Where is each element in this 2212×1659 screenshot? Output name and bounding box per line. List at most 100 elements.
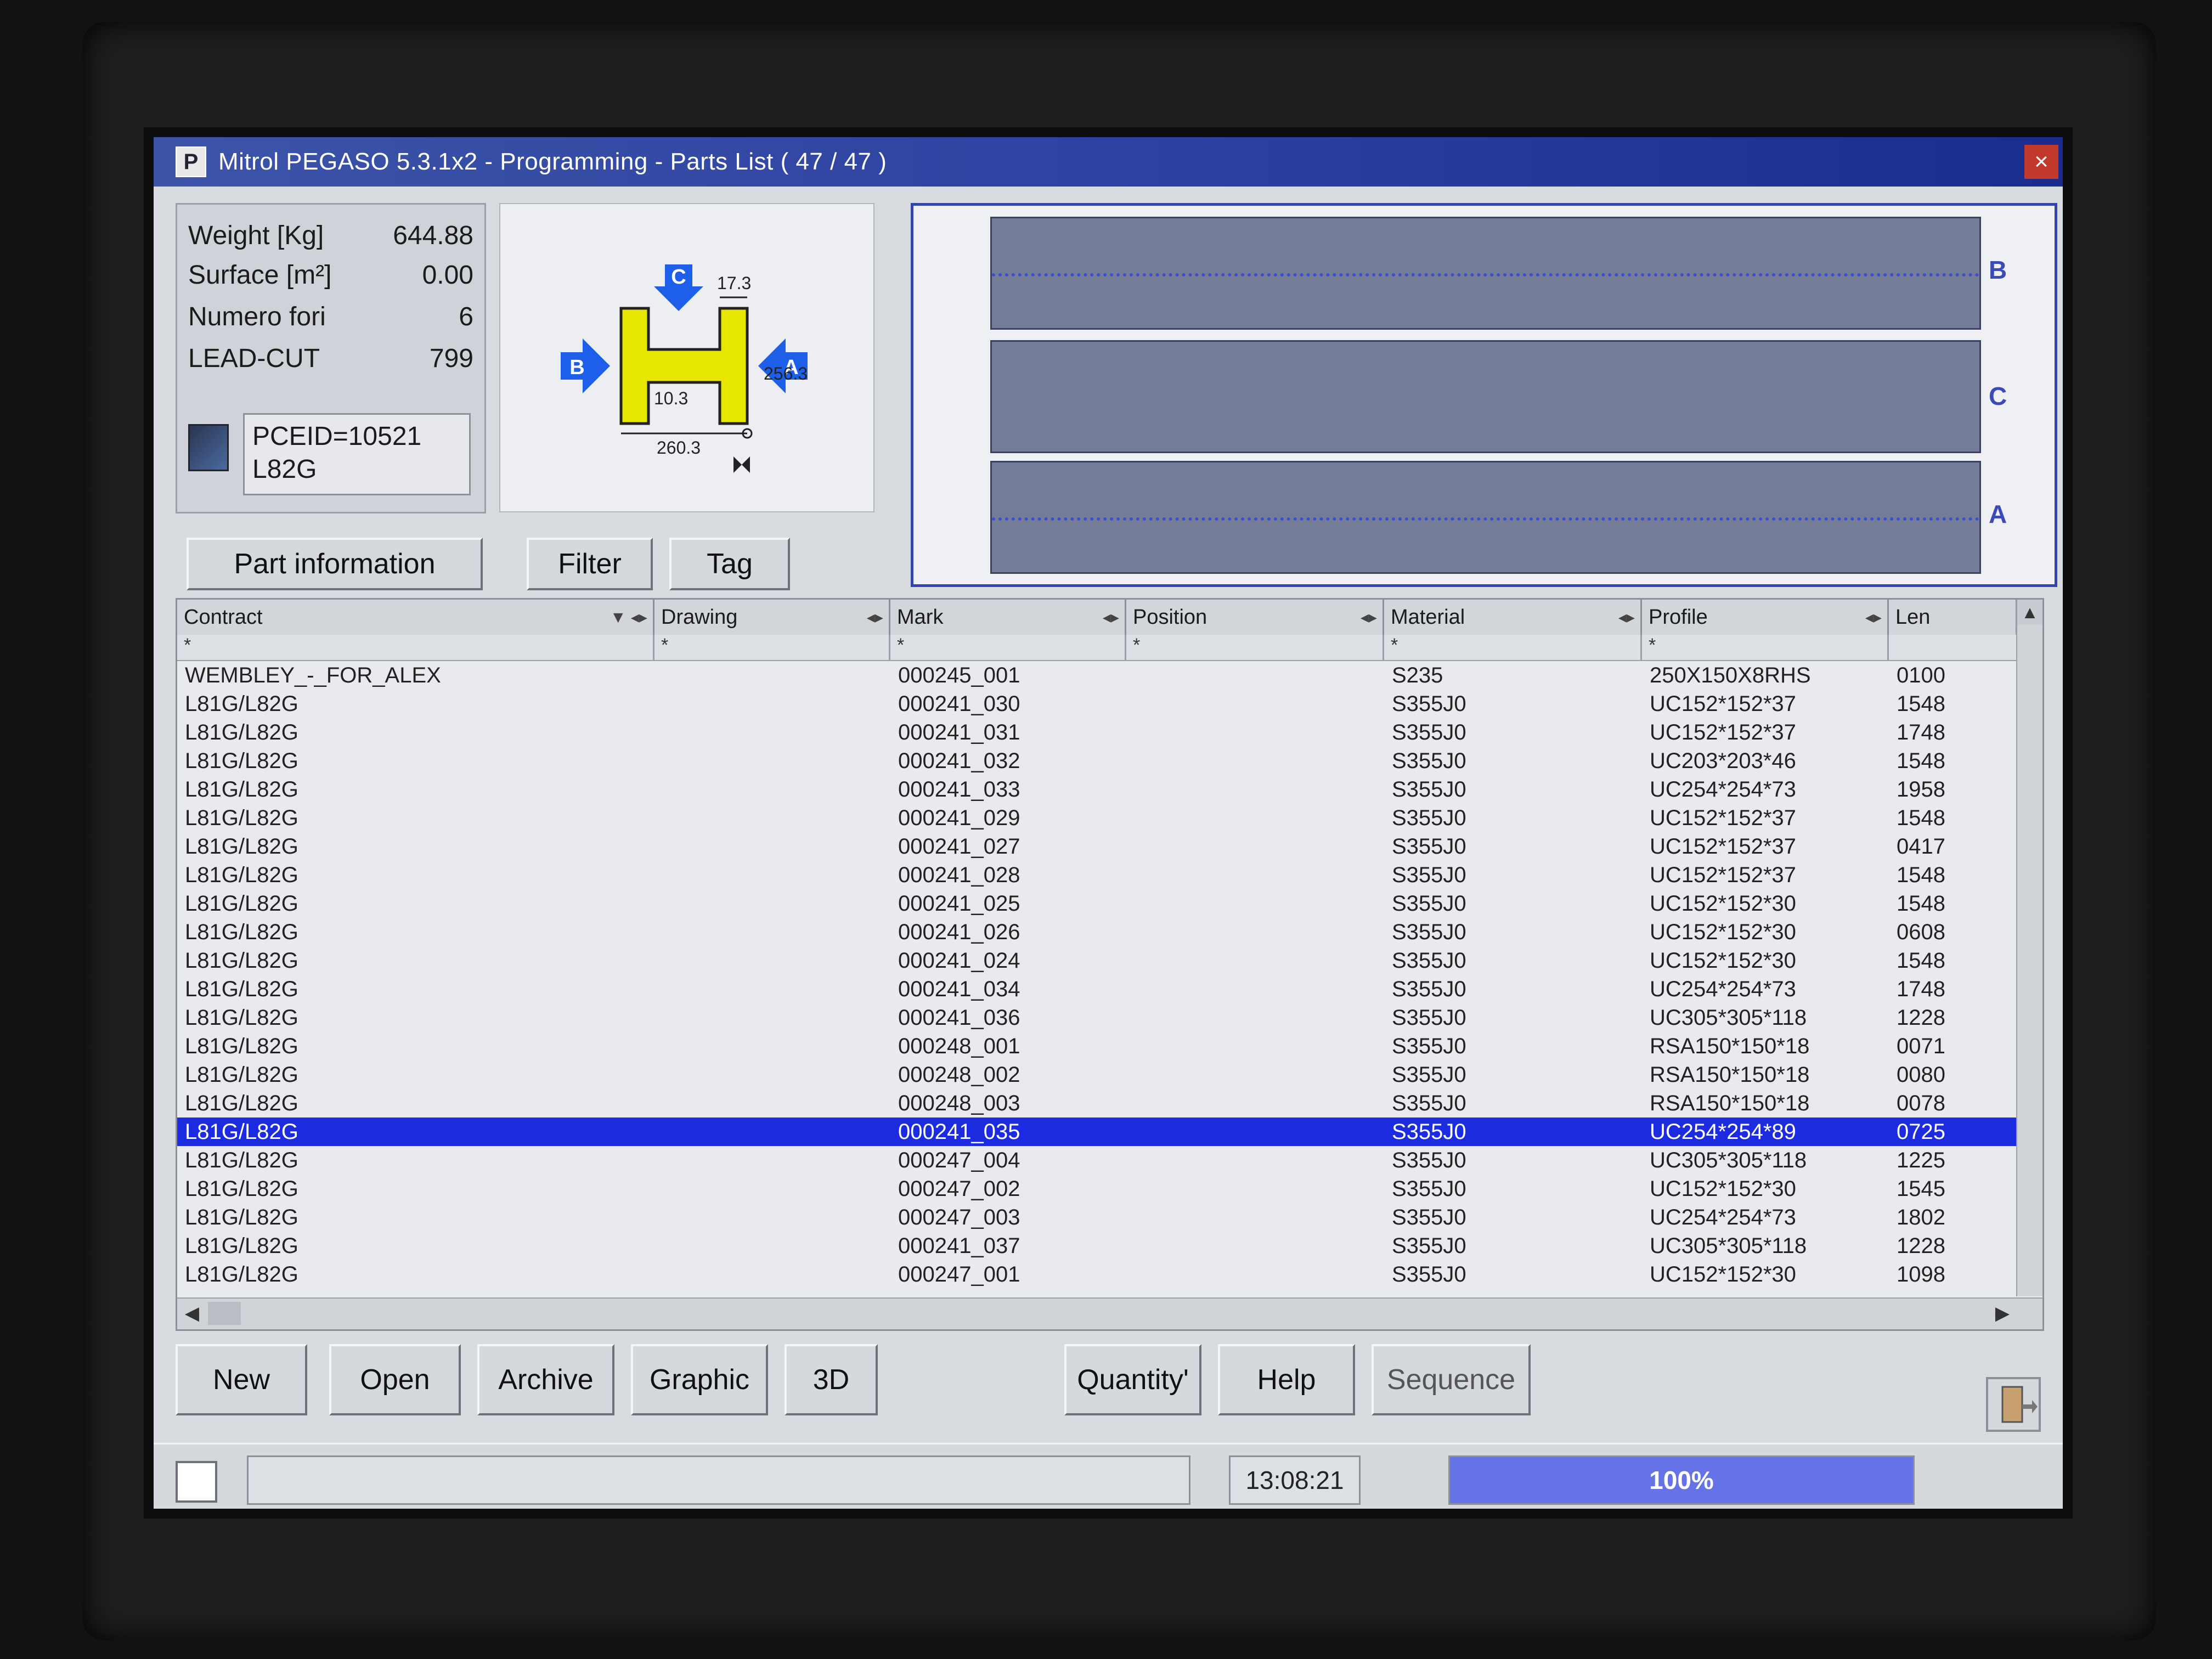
help-button[interactable]: Help xyxy=(1218,1344,1355,1415)
filter-button[interactable]: Filter xyxy=(527,538,653,590)
table-row[interactable]: L81G/L82G 000241_024 S355J0 UC152*152*30 154… xyxy=(177,946,2042,975)
filter-material[interactable]: * xyxy=(1384,635,1642,660)
cell-material: S355J0 xyxy=(1392,1148,1466,1172)
filter-contract[interactable]: * xyxy=(177,635,654,660)
scroll-left-icon[interactable]: ◀ xyxy=(179,1301,205,1326)
cell-material: S355J0 xyxy=(1392,977,1466,1001)
column-header-material[interactable]: Material ◂▸ xyxy=(1384,600,1642,635)
window-title: Mitrol PEGASO 5.3.1x2 - Programming - Pa… xyxy=(218,148,887,175)
open-button[interactable]: Open xyxy=(329,1344,461,1415)
table-row[interactable]: L81G/L82G 000241_025 S355J0 UC152*152*30 154… xyxy=(177,889,2042,918)
cell-contract: L81G/L82G xyxy=(185,1262,298,1286)
table-row[interactable]: L81G/L82G 000241_034 S355J0 UC254*254*73 174… xyxy=(177,975,2042,1003)
cell-profile: UC152*152*30 xyxy=(1650,949,1796,973)
cell-position xyxy=(1134,975,1375,1003)
new-button[interactable]: New xyxy=(176,1344,307,1415)
scroll-right-icon[interactable]: ▶ xyxy=(1990,1301,2015,1326)
svg-text:C: C xyxy=(671,266,686,289)
archive-button[interactable]: Archive xyxy=(477,1344,614,1415)
cell-material: S355J0 xyxy=(1392,834,1466,859)
exit-door-icon[interactable] xyxy=(1986,1377,2041,1432)
cell-contract: L81G/L82G xyxy=(185,1034,298,1058)
cell-contract: L81G/L82G xyxy=(185,977,298,1001)
tag-button[interactable]: Tag xyxy=(669,538,790,590)
beam-face-c xyxy=(990,340,1981,453)
filter-profile[interactable]: * xyxy=(1642,635,1889,660)
table-row[interactable]: L81G/L82G 000241_030 S355J0 UC152*152*37 154… xyxy=(177,690,2042,718)
vertical-scrollbar[interactable]: ▲ xyxy=(2016,600,2042,1296)
table-row[interactable]: L81G/L82G 000241_036 S355J0 UC305*305*118 12… xyxy=(177,1003,2042,1032)
cell-contract: L81G/L82G xyxy=(185,777,298,802)
face-c-arrow: C xyxy=(654,264,703,311)
h-section-drawing: C B A 17.3 256.3 10.3 260.3 xyxy=(561,264,808,473)
cell-len: 1748 xyxy=(1897,977,1945,1001)
cell-position xyxy=(1134,1003,1375,1032)
table-row[interactable]: L81G/L82G 000241_032 S355J0 UC203*203*46 154… xyxy=(177,747,2042,775)
pce-id-line: PCEID=10521 xyxy=(252,422,422,451)
cell-profile: UC254*254*89 xyxy=(1650,1120,1796,1144)
table-row[interactable]: L81G/L82G 000248_002 S355J0 RSA150*150*18 00… xyxy=(177,1060,2042,1089)
table-row[interactable]: L81G/L82G 000247_001 S355J0 UC152*152*30 109… xyxy=(177,1260,2042,1289)
cell-drawing xyxy=(662,861,882,889)
filter-mark[interactable]: * xyxy=(890,635,1126,660)
graphic-button[interactable]: Graphic xyxy=(631,1344,768,1415)
table-row[interactable]: L81G/L82G 000247_003 S355J0 UC254*254*73 180… xyxy=(177,1203,2042,1232)
table-row[interactable]: L81G/L82G 000241_033 S355J0 UC254*254*73 195… xyxy=(177,775,2042,804)
cell-profile: UC254*254*73 xyxy=(1650,1205,1796,1229)
column-header-position[interactable]: Position ◂▸ xyxy=(1126,600,1384,635)
cell-len: 1548 xyxy=(1897,891,1945,916)
parts-list-table: Contract ▼ ◂▸ Drawing ◂▸ Mark ◂▸ Position ◂▸… xyxy=(176,598,2044,1331)
cell-len: 1548 xyxy=(1897,863,1945,887)
cell-contract: L81G/L82G xyxy=(185,1205,298,1229)
cell-profile: RSA150*150*18 xyxy=(1650,1091,1810,1115)
part-information-button[interactable]: Part information xyxy=(187,538,483,590)
column-header-profile[interactable]: Profile ◂▸ xyxy=(1642,600,1889,635)
beam-face-a xyxy=(990,461,1981,574)
flange-thickness-dim: 17.3 xyxy=(717,273,751,293)
3d-button[interactable]: 3D xyxy=(785,1344,878,1415)
column-header-contract[interactable]: Contract ▼ ◂▸ xyxy=(177,600,654,635)
cell-position xyxy=(1134,889,1375,918)
application-window: P Mitrol PEGASO 5.3.1x2 - Programming - … xyxy=(154,137,2063,1509)
cell-contract: L81G/L82G xyxy=(185,1148,298,1172)
column-header-len[interactable]: Len xyxy=(1889,600,2017,635)
table-row[interactable]: L81G/L82G 000247_004 S355J0 UC305*305*118 12… xyxy=(177,1146,2042,1175)
cell-len: 1098 xyxy=(1897,1262,1945,1286)
filter-position[interactable]: * xyxy=(1126,635,1384,660)
table-row[interactable]: L81G/L82G 000247_002 S355J0 UC152*152*30 154… xyxy=(177,1175,2042,1203)
column-header-mark[interactable]: Mark ◂▸ xyxy=(890,600,1126,635)
column-header-drawing[interactable]: Drawing ◂▸ xyxy=(654,600,890,635)
scroll-up-icon[interactable]: ▲ xyxy=(2017,600,2042,625)
cell-position xyxy=(1134,690,1375,718)
cell-drawing xyxy=(662,775,882,804)
horizontal-scrollbar[interactable]: ◀ ▶ xyxy=(177,1297,2042,1329)
surface-value: 0.00 xyxy=(422,260,473,290)
table-row[interactable]: L81G/L82G 000241_027 S355J0 UC152*152*37 041… xyxy=(177,832,2042,861)
table-row[interactable]: L81G/L82G 000241_031 S355J0 UC152*152*37 174… xyxy=(177,718,2042,747)
close-button[interactable]: × xyxy=(2024,145,2058,179)
cell-drawing xyxy=(662,946,882,975)
cell-material: S355J0 xyxy=(1392,749,1466,773)
cell-material: S355J0 xyxy=(1392,692,1466,716)
table-row[interactable]: L81G/L82G 000241_028 S355J0 UC152*152*37 154… xyxy=(177,861,2042,889)
table-row[interactable]: WEMBLEY_-_FOR_ALEX 000245_001 S235 250X150X… xyxy=(177,661,2042,690)
part-book-icon[interactable] xyxy=(188,424,229,471)
quantity-button[interactable]: Quantity' xyxy=(1064,1344,1201,1415)
cell-mark: 000247_001 xyxy=(898,1262,1020,1286)
cell-profile: UC152*152*37 xyxy=(1650,863,1796,887)
table-row[interactable]: L81G/L82G 000241_029 S355J0 UC152*152*37 154… xyxy=(177,804,2042,832)
filter-drawing[interactable]: * xyxy=(654,635,890,660)
table-row[interactable]: L81G/L82G 000241_037 S355J0 UC305*305*118 12… xyxy=(177,1232,2042,1260)
cell-contract: L81G/L82G xyxy=(185,1177,298,1201)
table-row[interactable]: L81G/L82G 000241_026 S355J0 UC152*152*30 060… xyxy=(177,918,2042,946)
status-checkbox[interactable] xyxy=(176,1461,217,1503)
table-row[interactable]: L81G/L82G 000248_001 S355J0 RSA150*150*18 00… xyxy=(177,1032,2042,1060)
table-row[interactable]: L81G/L82G 000248_003 S355J0 RSA150*150*18 00… xyxy=(177,1089,2042,1118)
cell-drawing xyxy=(662,1203,882,1232)
scroll-thumb[interactable] xyxy=(208,1302,241,1325)
table-row[interactable]: L81G/L82G 000241_035 S355J0 UC254*254*89 072… xyxy=(177,1118,2042,1146)
cell-drawing xyxy=(662,1118,882,1146)
sequence-button[interactable]: Sequence xyxy=(1372,1344,1531,1415)
surface-row: Surface [m²] 0.00 xyxy=(188,255,473,295)
cell-profile: UC305*305*118 xyxy=(1650,1234,1807,1258)
